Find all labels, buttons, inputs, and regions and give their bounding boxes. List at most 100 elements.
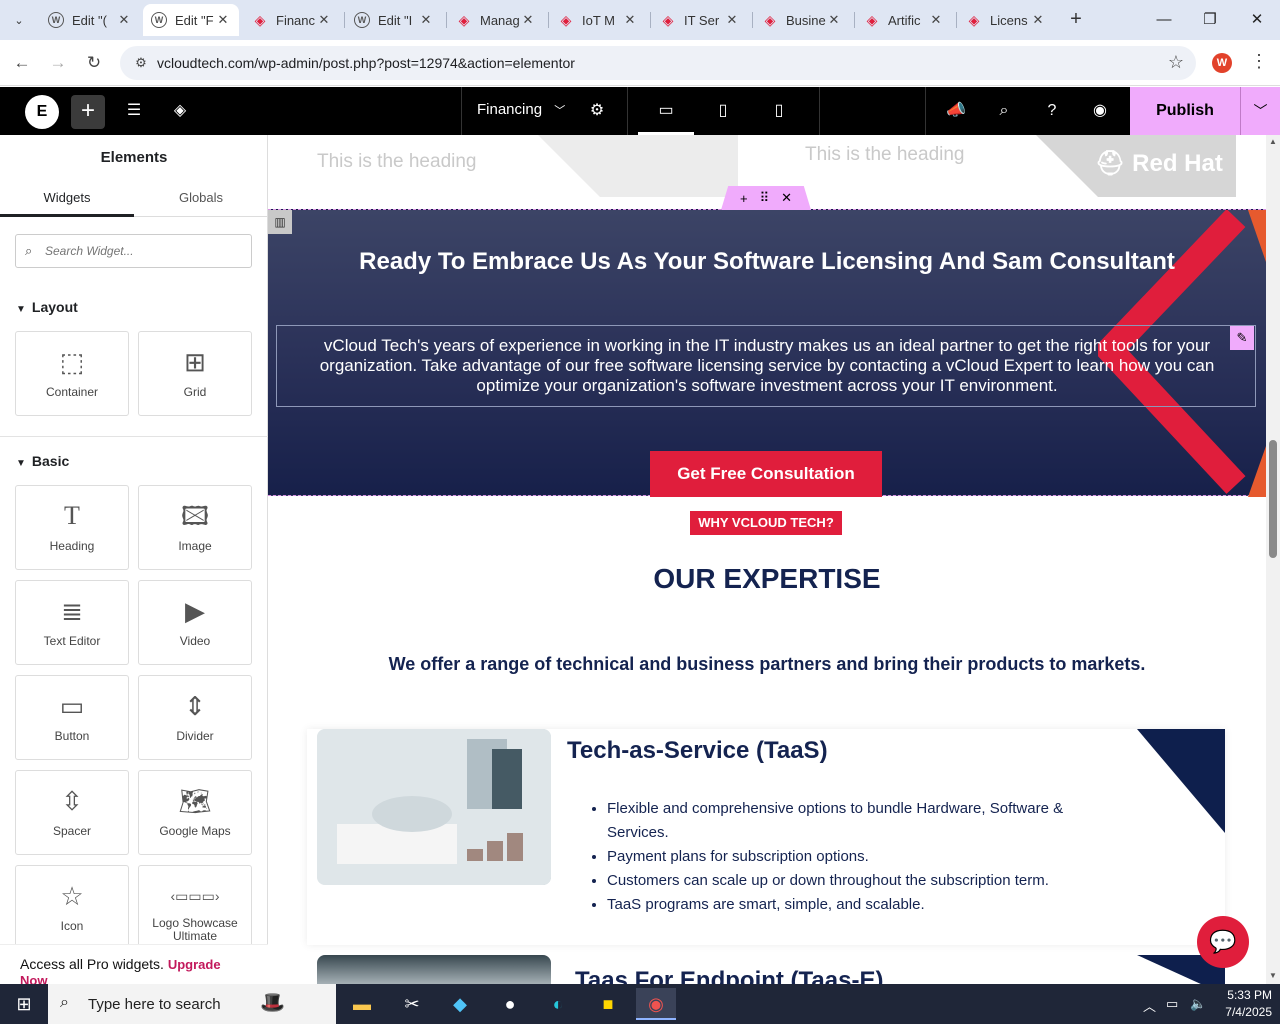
scrollbar-thumb[interactable]	[1269, 440, 1277, 558]
chrome-browser-icon[interactable]: ◉	[636, 988, 676, 1020]
canvas-scrollbar[interactable]: ▲ ▼	[1266, 135, 1280, 984]
app-diamond-icon[interactable]: ◆	[440, 988, 480, 1020]
preview-eye-icon[interactable]: ◉	[1088, 99, 1112, 123]
bookmark-star-icon[interactable]: ☆	[1168, 52, 1184, 73]
close-icon[interactable]: ✕	[520, 12, 536, 28]
widget-text-editor[interactable]: ≣ Text Editor	[15, 580, 129, 665]
partner-card[interactable]: This is the heading	[276, 135, 738, 197]
snipping-tool-icon[interactable]: ✂	[392, 988, 432, 1020]
section-handle[interactable]: + ⠿ ✕	[721, 186, 811, 210]
search-highlight-icon: 🎩	[260, 992, 285, 1014]
show-hidden-icons-chevron-icon[interactable]: ︿	[1143, 996, 1156, 1015]
tab-search-button[interactable]: ⌄	[6, 8, 32, 32]
delete-section-x-icon[interactable]: ✕	[781, 190, 792, 206]
windows-start-icon[interactable]: ⊞	[0, 984, 48, 1024]
window-close-icon[interactable]: ✕	[1245, 8, 1269, 32]
close-icon[interactable]: ✕	[116, 12, 132, 28]
url-text[interactable]: vcloudtech.com/wp-admin/post.php?post=12…	[157, 55, 575, 71]
widget-spacer[interactable]: ⇳ Spacer	[15, 770, 129, 855]
network-icon[interactable]: ▭	[1166, 996, 1178, 1012]
system-clock[interactable]: 5:33 PM 7/4/2025	[1210, 987, 1272, 1021]
browser-tab-3[interactable]: ◈ Financ ✕	[244, 4, 340, 36]
widget-grid[interactable]: ⊞ Grid	[138, 331, 252, 416]
add-element-button[interactable]: +	[71, 95, 105, 129]
browser-tab-6[interactable]: ◈ IoT M ✕	[550, 4, 646, 36]
site-info-icon[interactable]: ⚙	[132, 54, 150, 72]
desktop-icon[interactable]: ▭	[654, 99, 678, 123]
widget-button[interactable]: ▭ Button	[15, 675, 129, 760]
widget-divider[interactable]: ⇕ Divider	[138, 675, 252, 760]
widget-video[interactable]: ▶ Video	[138, 580, 252, 665]
edit-pencil-icon[interactable]: ✎	[1230, 326, 1254, 350]
sticky-notes-icon[interactable]: ■	[588, 988, 628, 1020]
publish-button[interactable]: Publish	[1130, 87, 1240, 135]
page-settings-gear-icon[interactable]: ⚙	[585, 99, 609, 123]
site-settings-icon[interactable]: ☰	[122, 99, 146, 123]
structure-layers-icon[interactable]: ◈	[168, 99, 192, 123]
restore-icon[interactable]: ❐	[1198, 8, 1222, 32]
browser-tab-9[interactable]: ◈ Artific ✕	[856, 4, 952, 36]
notifications-megaphone-icon[interactable]: 📣	[944, 99, 968, 123]
taskbar-search-box[interactable]: ⌕ Type here to search 🎩	[48, 984, 336, 1024]
close-icon[interactable]: ✕	[1030, 12, 1046, 28]
drag-handle-icon[interactable]: ⠿	[760, 190, 770, 206]
cta-section[interactable]: ▥ Ready To Embrace Us As Your Software L…	[268, 209, 1266, 497]
widget-google-maps[interactable]: 🗺 Google Maps	[138, 770, 252, 855]
service-title: Taas For Endpoint (Taas-E)	[575, 967, 884, 984]
browser-tab-4[interactable]: W Edit "I ✕	[346, 4, 442, 36]
close-icon[interactable]: ✕	[826, 12, 842, 28]
chat-bubble-icon[interactable]: 💬	[1197, 916, 1249, 968]
tab-separator	[446, 12, 447, 28]
widget-container[interactable]: ⬚ Container	[15, 331, 129, 416]
back-arrow-icon[interactable]: ←	[9, 50, 35, 76]
close-icon[interactable]: ✕	[724, 12, 740, 28]
profile-avatar[interactable]: W	[1212, 53, 1232, 73]
browser-tab-7[interactable]: ◈ IT Ser ✕	[652, 4, 748, 36]
file-explorer-icon[interactable]: ▬	[342, 988, 382, 1020]
widget-icon[interactable]: ☆ Icon	[15, 865, 129, 950]
browser-tab-2[interactable]: W Edit "F ✕	[143, 4, 239, 36]
close-icon[interactable]: ✕	[215, 12, 231, 28]
cta-text-editor[interactable]: vCloud Tech's years of experience in wor…	[276, 325, 1256, 407]
get-free-consultation-button[interactable]: Get Free Consultation	[650, 451, 882, 497]
widget-logo-showcase[interactable]: ‹▭▭▭› Logo Showcase Ultimate	[138, 865, 252, 950]
minimize-icon[interactable]: —	[1152, 8, 1176, 32]
partner-card[interactable]: This is the heading ⛑ Red Hat	[775, 135, 1236, 197]
browser-tab-1[interactable]: W Edit "( ✕	[40, 4, 140, 36]
basic-section-toggle[interactable]: ▼ Basic	[16, 453, 69, 469]
reload-icon[interactable]: ↻	[81, 50, 107, 76]
volume-icon[interactable]: 🔈	[1190, 996, 1206, 1012]
search-icon[interactable]: ⌕	[992, 99, 1016, 123]
column-handle-icon[interactable]: ▥	[268, 210, 292, 234]
mobile-icon[interactable]: ▯	[767, 99, 791, 123]
browser-tab-5[interactable]: ◈ Manag ✕	[448, 4, 544, 36]
browser-menu-icon[interactable]: ⋮	[1250, 51, 1268, 72]
tab-widgets[interactable]: Widgets	[0, 181, 134, 217]
browser-tab-10[interactable]: ◈ Licens ✕	[958, 4, 1054, 36]
elementor-logo-icon[interactable]: E	[25, 95, 59, 129]
page-selector[interactable]: Financing ﹀	[477, 101, 565, 118]
browser-tab-8[interactable]: ◈ Busine ✕	[754, 4, 850, 36]
publish-options-chevron-icon[interactable]: ﹀	[1240, 87, 1280, 135]
address-bar[interactable]: ⚙ vcloudtech.com/wp-admin/post.php?post=…	[120, 46, 1196, 80]
tablet-icon[interactable]: ▯	[711, 99, 735, 123]
service-card-taas[interactable]: Tech-as-Service (TaaS) Flexible and comp…	[307, 729, 1225, 945]
scroll-down-arrow-icon[interactable]: ▼	[1266, 971, 1280, 980]
service-card-taas-e[interactable]: Taas For Endpoint (Taas-E)	[307, 955, 1225, 984]
scroll-up-arrow-icon[interactable]: ▲	[1266, 137, 1280, 146]
new-tab-button[interactable]: +	[1064, 8, 1088, 32]
layout-section-toggle[interactable]: ▼ Layout	[16, 299, 78, 315]
add-section-plus-icon[interactable]: +	[740, 191, 748, 206]
help-icon[interactable]: ?	[1040, 99, 1064, 123]
tab-globals[interactable]: Globals	[134, 181, 268, 217]
close-icon[interactable]: ✕	[316, 12, 332, 28]
forward-arrow-icon[interactable]: →	[45, 50, 71, 76]
edge-browser-icon[interactable]: ◐	[538, 988, 578, 1020]
widget-search-input[interactable]	[45, 241, 245, 261]
close-icon[interactable]: ✕	[928, 12, 944, 28]
widget-image[interactable]: 🖾 Image	[138, 485, 252, 570]
close-icon[interactable]: ✕	[622, 12, 638, 28]
close-icon[interactable]: ✕	[418, 12, 434, 28]
widget-heading[interactable]: T Heading	[15, 485, 129, 570]
zoom-icon[interactable]: ●	[490, 988, 530, 1020]
